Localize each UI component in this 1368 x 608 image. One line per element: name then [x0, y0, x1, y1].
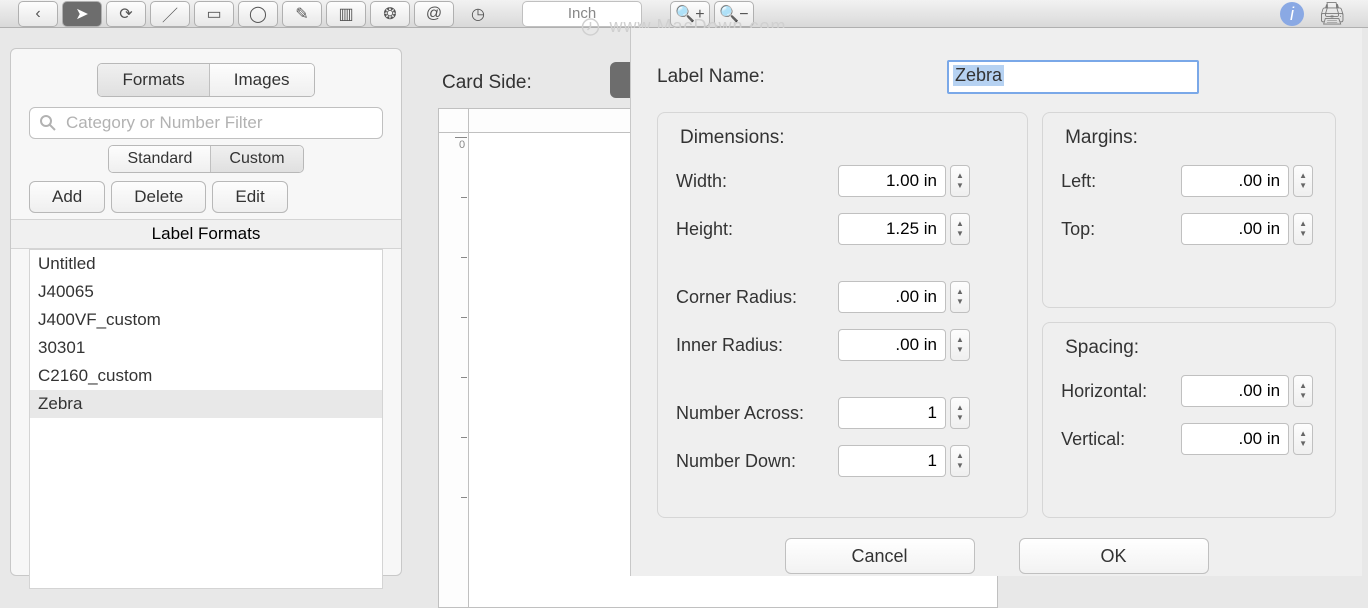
cancel-button[interactable]: Cancel — [785, 538, 975, 574]
spiral-tool-button[interactable]: ❂ — [370, 1, 410, 27]
label-name-selection: Zebra — [953, 65, 1004, 86]
inner-radius-label: Inner Radius: — [676, 335, 838, 356]
pointer-tool-button[interactable]: ➤ — [62, 1, 102, 27]
inner-radius-stepper[interactable] — [950, 329, 970, 361]
width-input[interactable] — [838, 165, 946, 197]
label-name-label: Label Name: — [657, 66, 947, 88]
format-list[interactable]: UntitledJ40065J400VF_custom30301C2160_cu… — [29, 249, 383, 589]
height-input[interactable] — [838, 213, 946, 245]
print-icon: 🖨 — [1318, 1, 1346, 27]
line-tool-button[interactable]: ／ — [150, 1, 190, 27]
top-input[interactable] — [1181, 213, 1289, 245]
spacing-group: Spacing: Horizontal: Vertical: — [1042, 322, 1336, 518]
ok-button[interactable]: OK — [1019, 538, 1209, 574]
number-down-label: Number Down: — [676, 451, 838, 472]
unit-select[interactable]: Inch — [522, 1, 642, 27]
refresh-button[interactable]: ⟳ — [106, 1, 146, 27]
vertical-input[interactable] — [1181, 423, 1289, 455]
line-icon: ／ — [162, 2, 178, 26]
top-stepper[interactable] — [1293, 213, 1313, 245]
top-label: Top: — [1061, 219, 1181, 240]
left-input[interactable] — [1181, 165, 1289, 197]
spiral-icon: ❂ — [383, 4, 396, 24]
at-icon: @ — [426, 5, 442, 23]
horizontal-label: Horizontal: — [1061, 381, 1181, 402]
margins-group: Margins: Left: Top: — [1042, 112, 1336, 308]
barcode-tool-button[interactable]: ▥ — [326, 1, 366, 27]
number-across-stepper[interactable] — [950, 397, 970, 429]
corner-radius-input[interactable] — [838, 281, 946, 313]
dimensions-group: Dimensions: Width: Height: Corner Radius… — [657, 112, 1028, 518]
edit-button[interactable]: Edit — [212, 181, 287, 213]
pen-icon: ✎ — [295, 4, 308, 24]
add-button[interactable]: Add — [29, 181, 105, 213]
info-icon: i — [1278, 0, 1306, 28]
standard-tab[interactable]: Standard — [109, 146, 210, 172]
zoom-in-button[interactable]: 🔍+ — [670, 1, 710, 27]
list-item[interactable]: J40065 — [30, 278, 382, 306]
number-down-stepper[interactable] — [950, 445, 970, 477]
vertical-stepper[interactable] — [1293, 423, 1313, 455]
width-label: Width: — [676, 171, 838, 192]
inner-radius-input[interactable] — [838, 329, 946, 361]
ruler-corner — [439, 109, 469, 133]
list-item[interactable]: Zebra — [30, 390, 382, 418]
left-stepper[interactable] — [1293, 165, 1313, 197]
clock-icon: ◷ — [471, 4, 485, 24]
label-edit-dialog: Label Name: Zebra Dimensions: Width: Hei… — [630, 28, 1362, 576]
left-label: Left: — [1061, 171, 1181, 192]
standard-custom-segment: Standard Custom — [11, 145, 401, 173]
number-across-input[interactable] — [838, 397, 946, 429]
list-item[interactable]: 30301 — [30, 334, 382, 362]
delete-button[interactable]: Delete — [111, 181, 206, 213]
margins-title: Margins: — [1065, 127, 1317, 149]
formats-images-segment: Formats Images — [11, 63, 401, 97]
ellipse-icon: ◯ — [249, 4, 267, 24]
images-tab[interactable]: Images — [209, 64, 314, 96]
vertical-label: Vertical: — [1061, 429, 1181, 450]
at-tool-button[interactable]: @ — [414, 1, 454, 27]
rect-icon: ▭ — [206, 4, 221, 24]
pointer-icon: ➤ — [75, 4, 88, 24]
number-down-input[interactable] — [838, 445, 946, 477]
toolbar-button[interactable]: ‹ — [18, 1, 58, 27]
refresh-icon: ⟳ — [119, 4, 132, 24]
spacing-title: Spacing: — [1065, 337, 1317, 359]
formats-tab[interactable]: Formats — [98, 64, 208, 96]
height-stepper[interactable] — [950, 213, 970, 245]
pen-tool-button[interactable]: ✎ — [282, 1, 322, 27]
horizontal-input[interactable] — [1181, 375, 1289, 407]
print-button[interactable]: 🖨 — [1314, 0, 1350, 28]
ellipse-tool-button[interactable]: ◯ — [238, 1, 278, 27]
toolbar: ‹ ➤ ⟳ ／ ▭ ◯ ✎ ▥ ❂ @ ◷ Inch 🔍+ 🔍− i 🖨 — [0, 0, 1368, 28]
rect-tool-button[interactable]: ▭ — [194, 1, 234, 27]
custom-tab[interactable]: Custom — [210, 146, 302, 172]
height-label: Height: — [676, 219, 838, 240]
list-item[interactable]: Untitled — [30, 250, 382, 278]
horizontal-stepper[interactable] — [1293, 375, 1313, 407]
ruler-vertical: 0 — [439, 133, 469, 607]
corner-radius-label: Corner Radius: — [676, 287, 838, 308]
width-stepper[interactable] — [950, 165, 970, 197]
dimensions-title: Dimensions: — [680, 127, 1009, 149]
zoom-out-icon: 🔍− — [719, 4, 748, 24]
search-input[interactable] — [29, 107, 383, 139]
left-panel: Formats Images Standard Custom Add Delet… — [10, 48, 402, 576]
zoom-in-icon: 🔍+ — [675, 4, 704, 24]
corner-radius-stepper[interactable] — [950, 281, 970, 313]
clock-tool-button[interactable]: ◷ — [458, 1, 498, 27]
zoom-out-button[interactable]: 🔍− — [714, 1, 754, 27]
search-icon — [39, 114, 57, 132]
list-item[interactable]: C2160_custom — [30, 362, 382, 390]
info-button[interactable]: i — [1274, 0, 1310, 28]
card-side-label: Card Side: — [442, 72, 532, 94]
list-item[interactable]: J400VF_custom — [30, 306, 382, 334]
chevron-icon: ‹ — [35, 5, 40, 23]
list-header: Label Formats — [11, 219, 401, 249]
barcode-icon: ▥ — [338, 4, 353, 24]
number-across-label: Number Across: — [676, 403, 838, 424]
